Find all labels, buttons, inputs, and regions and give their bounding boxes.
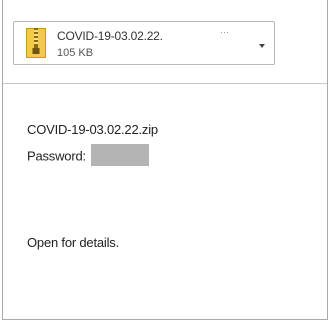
attachment-name: COVID-19-03.02.22. [57, 29, 163, 43]
attachment-bar: COVID-19-03.02.22. ··· 105 KB [3, 0, 327, 84]
body-instruction-text: Open for details. [27, 235, 119, 250]
password-label: Password: [27, 148, 86, 164]
attachment-size: 105 KB [57, 47, 94, 59]
email-preview-pane: COVID-19-03.02.22. ··· 105 KB COVID-19-0… [2, 0, 328, 320]
zip-file-icon [26, 28, 46, 58]
chevron-down-icon[interactable] [259, 44, 265, 48]
attachment-item[interactable]: COVID-19-03.02.22. ··· 105 KB [13, 21, 275, 65]
password-line: Password: [27, 144, 150, 168]
attachment-filename-text: COVID-19-03.02.22.zip [27, 122, 158, 137]
attachment-name-ellipsis: ··· [220, 27, 229, 37]
password-redaction-box [91, 144, 150, 166]
